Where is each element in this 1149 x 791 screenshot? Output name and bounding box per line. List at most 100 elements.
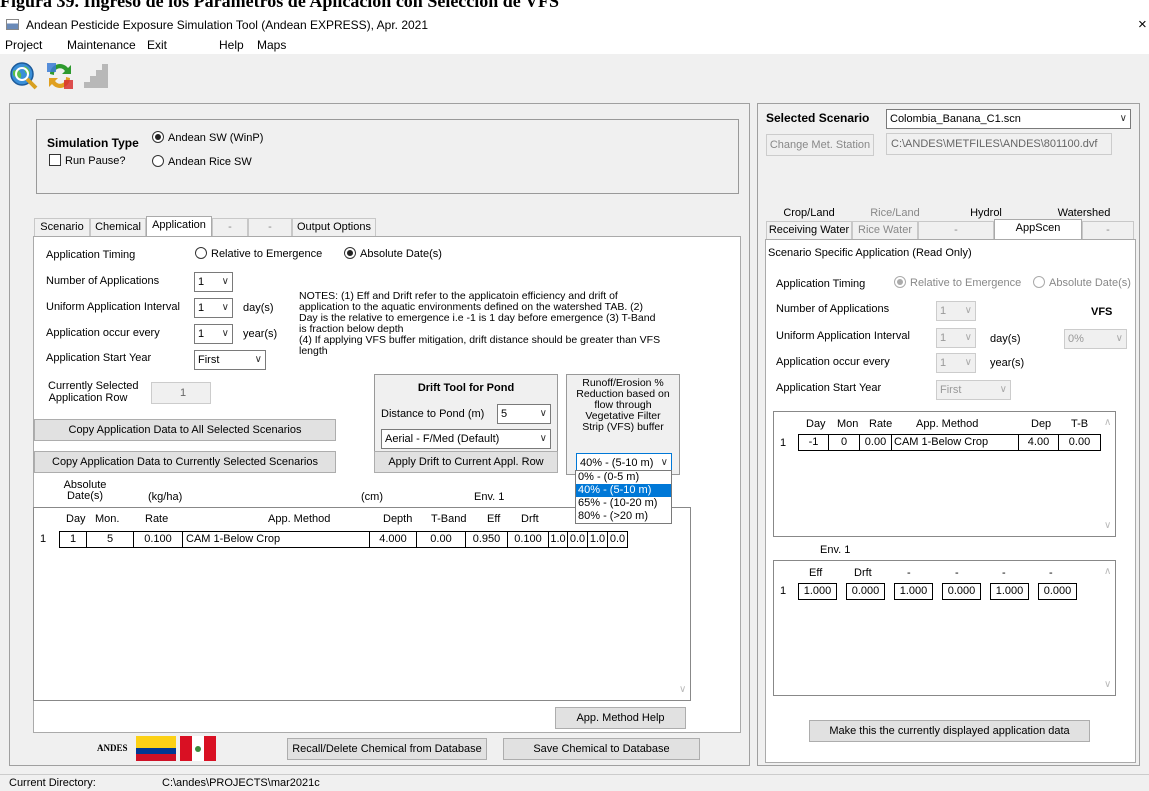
- distance-to-pond-select[interactable]: 5 ∨: [497, 404, 551, 424]
- menu-maintenance[interactable]: Maintenance: [67, 38, 136, 52]
- chevron-down-icon: ∨: [539, 433, 547, 444]
- copy-all-scenarios-button[interactable]: Copy Application Data to All Selected Sc…: [34, 419, 336, 441]
- cell-extra-3[interactable]: 1.0: [587, 531, 608, 548]
- vfs-option[interactable]: 0% - (0-5 m): [576, 471, 671, 484]
- vfs-option[interactable]: 80% - (>20 m): [576, 510, 671, 523]
- simulation-type-label: Simulation Type: [47, 136, 139, 150]
- close-icon[interactable]: ×: [1138, 16, 1147, 33]
- cell-day[interactable]: 1: [59, 531, 87, 548]
- cell-mon[interactable]: 5: [86, 531, 134, 548]
- current-row-label: Currently Selected Application Row: [48, 380, 139, 404]
- column-header-day: Day: [806, 418, 826, 430]
- cell-rate[interactable]: 0.100: [133, 531, 183, 548]
- selected-scenario-label: Selected Scenario: [766, 111, 870, 125]
- uniform-interval-label: Uniform Application Interval: [46, 301, 180, 313]
- change-met-station-button[interactable]: Change Met. Station: [766, 134, 874, 156]
- cell-depth[interactable]: 4.000: [369, 531, 417, 548]
- row-index: 1: [40, 533, 47, 545]
- cell-extra-4[interactable]: 0.0: [607, 531, 628, 548]
- cell-extra-1[interactable]: 1.0: [548, 531, 568, 548]
- start-year-select[interactable]: First ∨: [194, 350, 266, 370]
- copy-current-scenarios-button[interactable]: Copy Application Data to Currently Selec…: [34, 451, 336, 473]
- num-applications-select[interactable]: 1 ∨: [194, 272, 233, 292]
- column-header-drft: Drft: [854, 567, 872, 579]
- app-method-help-button[interactable]: App. Method Help: [555, 707, 686, 729]
- scroll-up-icon[interactable]: ∧: [1104, 566, 1111, 577]
- application-timing-label: Application Timing: [46, 249, 136, 261]
- vfs-dropdown-list[interactable]: 0% - (0-5 m) 40% - (5-10 m) 65% - (10-20…: [575, 470, 672, 524]
- tab-blank-1[interactable]: -: [212, 218, 248, 236]
- cell-value: 1.000: [990, 583, 1029, 600]
- tab-blank-2[interactable]: -: [248, 218, 292, 236]
- cell-app-method[interactable]: CAM 1-Below Crop: [182, 531, 370, 548]
- chevron-down-icon: ∨: [964, 332, 972, 343]
- column-header-tband: T-Band: [431, 513, 467, 525]
- occur-every-label: Application occur every: [46, 327, 160, 339]
- appscen-num-apps-label: Number of Applications: [776, 303, 890, 315]
- column-header-mon: Mon: [837, 418, 859, 430]
- current-row-field: 1: [151, 382, 211, 404]
- toolbar: [0, 54, 1149, 96]
- radio-andean-sw[interactable]: Andean SW (WinP): [152, 131, 263, 144]
- tab-blank[interactable]: -: [918, 221, 994, 239]
- scroll-up-icon[interactable]: ∧: [1104, 417, 1111, 428]
- chevron-down-icon: ∨: [964, 357, 972, 368]
- column-header-blank: -: [1049, 567, 1053, 579]
- apply-drift-button[interactable]: Apply Drift to Current Appl. Row: [374, 451, 558, 473]
- uniform-interval-select[interactable]: 1 ∨: [194, 298, 233, 318]
- appscen-env-table[interactable]: Eff Drft - - - - 1 1.000 0.000 1.000 0.0…: [773, 560, 1116, 696]
- appscen-dates-table[interactable]: Day Mon Rate App. Method Dep T-B 1 -1 0 …: [773, 411, 1116, 537]
- application-table[interactable]: Day Mon. Rate App. Method Depth T-Band E…: [33, 507, 691, 701]
- vfs-option[interactable]: 65% - (10-20 m): [576, 497, 671, 510]
- column-header-app-method: App. Method: [268, 513, 331, 525]
- column-header-app-method: App. Method: [916, 418, 979, 430]
- make-current-button[interactable]: Make this the currently displayed applic…: [809, 720, 1090, 742]
- recall-delete-chemical-button[interactable]: Recall/Delete Chemical from Database: [287, 738, 487, 760]
- scroll-down-icon[interactable]: ∨: [679, 684, 686, 695]
- scroll-down-icon[interactable]: ∨: [1104, 679, 1111, 690]
- appscen-every-select: 1 ∨: [936, 353, 976, 373]
- menu-help[interactable]: Help: [219, 38, 244, 52]
- document-heading: Figura 39. Ingreso de los Parámetros de …: [0, 0, 559, 11]
- cell-drft[interactable]: 0.100: [507, 531, 549, 548]
- menu-maps[interactable]: Maps: [257, 38, 286, 52]
- selected-scenario-select[interactable]: Colombia_Banana_C1.scn ∨: [886, 109, 1131, 129]
- search-globe-icon[interactable]: [8, 60, 40, 92]
- radio-absolute-dates[interactable]: Absolute Date(s): [344, 247, 442, 260]
- colombia-flag-icon: [136, 736, 176, 761]
- appscen-interval-label: Uniform Application Interval: [776, 330, 910, 342]
- tab-appscen[interactable]: AppScen: [994, 219, 1082, 239]
- chevron-down-icon: ∨: [964, 305, 972, 316]
- save-chemical-button[interactable]: Save Chemical to Database: [503, 738, 700, 760]
- cell-extra-2[interactable]: 0.0: [567, 531, 588, 548]
- tab-blank-2[interactable]: -: [1082, 221, 1134, 239]
- andes-logo-text: ANDES: [97, 743, 128, 753]
- stairs-icon[interactable]: [80, 60, 112, 92]
- cell-tband[interactable]: 0.00: [416, 531, 466, 548]
- menu-exit[interactable]: Exit: [147, 38, 167, 52]
- run-pause-checkbox[interactable]: Run Pause?: [49, 154, 126, 167]
- tab-application[interactable]: Application: [146, 216, 212, 236]
- vfs-option-selected[interactable]: 40% - (5-10 m): [576, 484, 671, 497]
- radio-relative-emergence[interactable]: Relative to Emergence: [195, 247, 322, 260]
- drift-method-select[interactable]: Aerial - F/Med (Default) ∨: [381, 429, 551, 449]
- tab-chemical[interactable]: Chemical: [90, 218, 146, 236]
- column-header-dep: Dep: [1031, 418, 1052, 430]
- radio-andean-rice[interactable]: Andean Rice SW: [152, 155, 252, 168]
- appscen-radio-relative: Relative to Emergence: [894, 276, 1021, 289]
- tab-output-options[interactable]: Output Options: [292, 218, 376, 236]
- column-header-blank: -: [907, 567, 911, 579]
- tab-receiving-water[interactable]: Receiving Water: [766, 221, 852, 239]
- scroll-down-icon[interactable]: ∨: [1104, 520, 1111, 531]
- appscen-start-year-select: First ∨: [936, 380, 1011, 400]
- env1-label: Env. 1: [820, 544, 851, 556]
- menu-project[interactable]: Project: [5, 38, 42, 52]
- occur-every-select[interactable]: 1 ∨: [194, 324, 233, 344]
- tab-rice-water[interactable]: Rice Water: [852, 221, 918, 239]
- refresh-icon[interactable]: [44, 60, 76, 92]
- cell-eff[interactable]: 0.950: [465, 531, 508, 548]
- chevron-down-icon: ∨: [221, 328, 229, 339]
- tab-scenario[interactable]: Scenario: [34, 218, 90, 236]
- radio-selected-icon: [344, 247, 356, 259]
- radio-icon: [195, 247, 207, 259]
